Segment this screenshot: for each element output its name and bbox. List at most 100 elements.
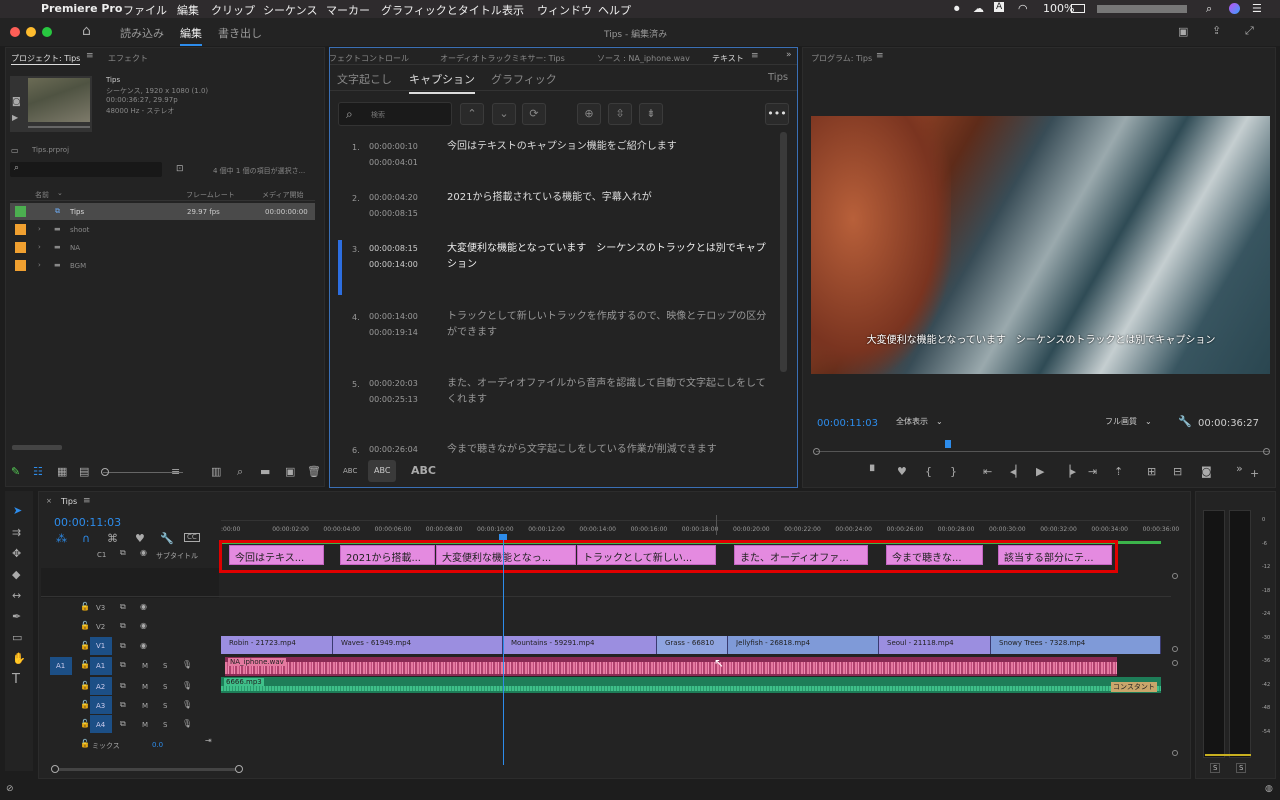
lift-icon[interactable]: ⇡ bbox=[1114, 466, 1123, 477]
previous-result-button[interactable]: ⌃ bbox=[460, 103, 484, 125]
timeline-playhead-line[interactable] bbox=[503, 540, 504, 765]
lock-icon[interactable]: 🔓 bbox=[80, 622, 90, 630]
lock-icon[interactable]: 🔓 bbox=[80, 701, 90, 709]
audio-clip-narration[interactable]: NA_iphone.wav bbox=[225, 657, 1117, 676]
tab-effects[interactable]: エフェクト bbox=[108, 53, 148, 64]
video-clip[interactable]: Seoul - 21118.mp4 bbox=[879, 636, 991, 654]
track-a2-label[interactable]: A2 bbox=[96, 683, 105, 691]
project-search-input[interactable]: ⌕ bbox=[10, 162, 162, 177]
zoom-slider-handle[interactable] bbox=[101, 468, 109, 476]
mute-a3-button[interactable]: M bbox=[142, 702, 148, 710]
icon-view-icon[interactable]: ▦ bbox=[57, 466, 67, 477]
overwrite-icon[interactable]: ⊟ bbox=[1173, 466, 1182, 477]
mute-a2-button[interactable]: M bbox=[142, 683, 148, 691]
split-caption-button[interactable]: ⇳ bbox=[608, 103, 632, 125]
panel-menu-icon[interactable]: ≡ bbox=[83, 497, 91, 506]
caption-text[interactable]: 2021から搭載されている機能で、字幕入れが bbox=[447, 190, 772, 206]
eye-icon[interactable]: ◉ bbox=[140, 603, 147, 611]
solo-a1-button[interactable]: S bbox=[163, 662, 167, 670]
sync-lock-icon[interactable]: ⧉ bbox=[120, 622, 126, 630]
caption-in[interactable]: 00:00:20:03 bbox=[369, 376, 418, 392]
menu-edit[interactable]: 編集 bbox=[177, 2, 199, 18]
play-thumbnail-icon[interactable]: ▶ bbox=[12, 114, 18, 122]
lock-icon[interactable]: 🔓 bbox=[80, 740, 90, 748]
expand-chevron-icon[interactable]: › bbox=[38, 243, 41, 251]
sync-lock-icon[interactable]: ⧉ bbox=[120, 682, 126, 690]
clock-display[interactable] bbox=[1097, 5, 1187, 13]
step-forward-icon[interactable]: ▕▸ bbox=[1062, 466, 1076, 477]
caption-timecodes[interactable]: 00:00:14:00 00:00:19:14 bbox=[369, 309, 418, 341]
caption-list-scrollbar[interactable] bbox=[780, 132, 787, 372]
v-scroll-handle[interactable] bbox=[1172, 750, 1178, 756]
h-scrollbar[interactable] bbox=[55, 768, 240, 771]
caption-search-input[interactable]: ⌕ 検索 bbox=[338, 102, 452, 126]
sync-lock-icon[interactable]: ⧉ bbox=[120, 642, 126, 650]
list-view-icon[interactable]: ☷ bbox=[33, 466, 43, 477]
merge-captions-button[interactable]: ⇟ bbox=[639, 103, 663, 125]
tab-timeline[interactable]: Tips bbox=[61, 497, 77, 506]
wrench-icon[interactable]: 🔧 bbox=[1178, 416, 1192, 427]
export-frame-icon[interactable]: ◙ bbox=[1201, 466, 1212, 477]
caption-out[interactable]: 00:00:14:00 bbox=[369, 257, 418, 273]
close-tab-icon[interactable]: × bbox=[46, 498, 52, 505]
solo-a3-button[interactable]: S bbox=[163, 702, 167, 710]
overflow-chevron-icon[interactable]: » bbox=[786, 51, 792, 60]
panel-menu-icon[interactable]: ≡ bbox=[751, 52, 759, 61]
thumbnail-scrubber[interactable] bbox=[28, 126, 90, 128]
quick-export-icon[interactable]: ▣ bbox=[1178, 26, 1188, 37]
video-clip[interactable]: Waves - 61949.mp4 bbox=[333, 636, 503, 654]
track-v1-label[interactable]: V1 bbox=[96, 642, 105, 650]
h-scroll-handle-right[interactable] bbox=[235, 765, 243, 773]
captions-toggle-icon[interactable]: CC bbox=[184, 533, 200, 542]
close-window-button[interactable] bbox=[10, 27, 20, 37]
mute-a1-button[interactable]: M bbox=[142, 662, 148, 670]
eye-icon[interactable]: ◉ bbox=[140, 642, 147, 650]
menu-marker[interactable]: マーカー bbox=[326, 2, 370, 18]
column-framerate[interactable]: フレームレート bbox=[186, 190, 235, 200]
transition-label[interactable]: コンスタント bbox=[1111, 682, 1157, 692]
column-media-start[interactable]: メディア開始 bbox=[262, 190, 304, 200]
mute-a4-button[interactable]: M bbox=[142, 721, 148, 729]
program-video-frame[interactable]: 大変便利な機能となっています シーケンスのトラックとは別でキャプション bbox=[811, 116, 1270, 374]
sync-lock-icon[interactable]: ⧉ bbox=[120, 603, 126, 611]
sync-lock-icon[interactable]: ⧉ bbox=[120, 720, 126, 728]
caption-size-large[interactable]: ABC bbox=[411, 464, 436, 477]
wifi-icon[interactable]: ◠ bbox=[1018, 2, 1028, 15]
zoom-handle-left[interactable] bbox=[813, 448, 820, 455]
caption-in[interactable]: 00:00:14:00 bbox=[369, 309, 418, 325]
search-icon[interactable]: ⌕ bbox=[1206, 2, 1212, 16]
workspace-import[interactable]: 読み込み bbox=[120, 25, 164, 41]
source-a1-label[interactable]: A1 bbox=[56, 662, 65, 670]
track-v3-label[interactable]: V3 bbox=[96, 604, 105, 612]
fit-dropdown[interactable]: 全体表示 ⌄ bbox=[896, 416, 958, 430]
sync-lock-icon[interactable]: ⧉ bbox=[120, 549, 126, 557]
project-item-name[interactable]: BGM bbox=[70, 262, 86, 270]
label-color-swatch[interactable] bbox=[15, 206, 26, 217]
caption-in[interactable]: 00:00:04:20 bbox=[369, 190, 418, 206]
solo-left-button[interactable]: S bbox=[1210, 763, 1221, 773]
find-icon[interactable]: ⌕ bbox=[237, 466, 243, 477]
tab-audio-mixer[interactable]: オーディオトラックミキサー: Tips bbox=[440, 53, 565, 64]
siri-icon[interactable] bbox=[1229, 3, 1240, 14]
label-color-swatch[interactable] bbox=[15, 260, 26, 271]
lock-icon[interactable]: 🔓 bbox=[80, 642, 90, 650]
label-color-swatch[interactable] bbox=[15, 242, 26, 253]
snap-icon[interactable]: ∩ bbox=[82, 533, 90, 544]
control-center-icon[interactable]: ☰ bbox=[1252, 2, 1262, 15]
rectangle-tool-icon[interactable]: ▭ bbox=[12, 632, 22, 643]
caption-out[interactable]: 00:00:25:13 bbox=[369, 392, 418, 408]
caption-text[interactable]: 今回はテキストのキャプション機能をご紹介します bbox=[447, 139, 772, 155]
caption-out[interactable]: 00:00:19:14 bbox=[369, 325, 418, 341]
selection-tool-icon[interactable]: ➤ bbox=[13, 505, 22, 516]
go-to-in-icon[interactable]: ⇤ bbox=[983, 466, 992, 477]
menu-clip[interactable]: クリップ bbox=[211, 2, 255, 18]
new-item-icon[interactable]: ▣ bbox=[285, 466, 295, 477]
creative-cloud-icon[interactable]: ☁ bbox=[973, 2, 984, 15]
sync-lock-icon[interactable]: ⧉ bbox=[120, 661, 126, 669]
tab-source[interactable]: ソース : NA_iphone.wav bbox=[597, 53, 690, 64]
h-scroll-handle-left[interactable] bbox=[51, 765, 59, 773]
type-tool-icon[interactable]: T bbox=[12, 673, 20, 686]
go-to-out-icon[interactable]: ⇥ bbox=[1088, 466, 1097, 477]
quality-dropdown[interactable]: フル画質 ⌄ bbox=[1105, 416, 1169, 430]
zoom-handle-right[interactable] bbox=[1263, 448, 1270, 455]
